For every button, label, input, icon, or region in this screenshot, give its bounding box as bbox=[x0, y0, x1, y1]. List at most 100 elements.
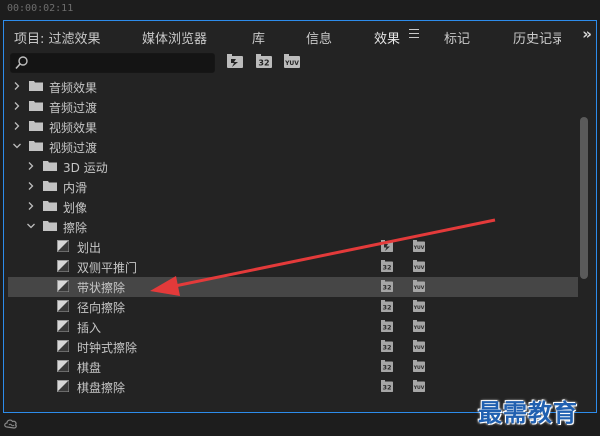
transition-icon bbox=[57, 280, 69, 292]
tab-project[interactable]: 项目: 过滤效果 bbox=[14, 28, 101, 47]
tree-effect-row[interactable]: 双侧平推门 32 YUV bbox=[8, 257, 578, 277]
tree-folder-label: 音频效果 bbox=[49, 81, 98, 95]
badge-yuv-text: YUV bbox=[413, 245, 425, 251]
yuv-badge-icon: YUV bbox=[413, 300, 425, 312]
32-bit-badge-icon: 32 bbox=[381, 380, 393, 392]
chevron-right-icon[interactable] bbox=[12, 101, 22, 111]
folder-icon bbox=[43, 161, 57, 171]
tree-folder-label: 3D 运动 bbox=[63, 161, 108, 175]
32-bit-badge-icon: 32 bbox=[381, 280, 393, 292]
scrollbar-thumb[interactable] bbox=[580, 117, 588, 279]
badge-yuv-text: YUV bbox=[413, 285, 425, 291]
32-bit-color-icon[interactable]: 32 bbox=[255, 54, 273, 69]
tree-effect-row[interactable]: 插入 32 YUV bbox=[8, 317, 578, 337]
32-bit-badge-icon: 32 bbox=[381, 260, 393, 272]
folder-icon bbox=[29, 101, 43, 111]
panel-tab-bar: 项目: 过滤效果 媒体浏览器 库 信息 效果 标记 历史记录 » bbox=[4, 21, 596, 49]
tree-folder-label: 内滑 bbox=[63, 181, 88, 195]
tree-folder-row[interactable]: 内滑 bbox=[8, 177, 578, 197]
chevron-right-icon[interactable] bbox=[12, 81, 22, 91]
yuv-badge-icon: YUV bbox=[413, 260, 425, 272]
chevron-down-icon[interactable] bbox=[26, 221, 36, 231]
transition-icon bbox=[57, 300, 69, 312]
chevron-right-icon[interactable] bbox=[12, 121, 22, 131]
tree-effect-label: 棋盘擦除 bbox=[77, 381, 126, 395]
tree-effect-label: 时钟式擦除 bbox=[77, 341, 138, 355]
badge-32-text: 32 bbox=[382, 324, 391, 332]
folder-icon bbox=[43, 201, 57, 211]
badge-32-text: 32 bbox=[382, 364, 391, 372]
badge-yuv-text: YUV bbox=[413, 345, 425, 351]
tab-info[interactable]: 信息 bbox=[306, 28, 332, 47]
tree-folder-row[interactable]: 音频效果 bbox=[8, 77, 578, 97]
tree-folder-label: 视频效果 bbox=[49, 121, 98, 135]
tab-history[interactable]: 历史记录 bbox=[513, 28, 561, 47]
creative-cloud-icon[interactable] bbox=[4, 417, 18, 431]
tree-folder-row[interactable]: 视频过渡 bbox=[8, 137, 578, 157]
badge-32-text: 32 bbox=[382, 344, 391, 352]
tree-effect-row[interactable]: 带状擦除 32 YUV bbox=[8, 277, 578, 297]
badge-32-text: 32 bbox=[382, 264, 391, 272]
yuv-effects-icon[interactable]: YUV bbox=[283, 54, 301, 69]
transition-icon bbox=[57, 340, 69, 352]
tab-libraries[interactable]: 库 bbox=[252, 28, 265, 47]
tab-menu-icon[interactable] bbox=[409, 29, 419, 39]
badge-32-text: 32 bbox=[382, 284, 391, 292]
tree-effect-row[interactable]: 径向擦除 32 YUV bbox=[8, 297, 578, 317]
32-bit-badge-icon: 32 bbox=[381, 340, 393, 352]
chevron-right-icon[interactable] bbox=[26, 161, 36, 171]
badge-yuv-text: YUV bbox=[413, 325, 425, 331]
tree-folder-label: 划像 bbox=[63, 201, 88, 215]
tree-effect-label: 双侧平推门 bbox=[77, 261, 138, 275]
filter-yuv-text: YUV bbox=[284, 60, 299, 67]
tree-effect-row[interactable]: 棋盘 32 YUV bbox=[8, 357, 578, 377]
tree-folder-row[interactable]: 视频效果 bbox=[8, 117, 578, 137]
tree-effect-label: 划出 bbox=[77, 241, 102, 255]
chevron-right-icon[interactable] bbox=[26, 181, 36, 191]
yuv-badge-icon: YUV bbox=[413, 280, 425, 292]
filter-32-text: 32 bbox=[258, 59, 269, 68]
badge-32-text: 32 bbox=[382, 304, 391, 312]
tab-media-browser[interactable]: 媒体浏览器 bbox=[142, 28, 207, 47]
tree-effect-row[interactable]: 时钟式擦除 32 YUV bbox=[8, 337, 578, 357]
yuv-badge-icon: YUV bbox=[413, 380, 425, 392]
tab-markers[interactable]: 标记 bbox=[444, 28, 470, 47]
transition-icon bbox=[57, 320, 69, 332]
32-bit-badge-icon: 32 bbox=[381, 320, 393, 332]
tree-folder-row[interactable]: 划像 bbox=[8, 197, 578, 217]
yuv-badge-icon: YUV bbox=[413, 340, 425, 352]
32-bit-badge-icon: 32 bbox=[381, 300, 393, 312]
badge-yuv-text: YUV bbox=[413, 385, 425, 391]
tree-effect-label: 棋盘 bbox=[77, 361, 102, 375]
chevron-right-icon[interactable] bbox=[26, 201, 36, 211]
tree-folder-row[interactable]: 音频过渡 bbox=[8, 97, 578, 117]
badge-yuv-text: YUV bbox=[413, 365, 425, 371]
accelerated-badge-icon bbox=[381, 240, 393, 252]
32-bit-badge-icon: 32 bbox=[381, 360, 393, 372]
tree-effect-label: 带状擦除 bbox=[77, 281, 126, 295]
badge-yuv-text: YUV bbox=[413, 265, 425, 271]
watermark-logo: 最需教育 bbox=[478, 398, 578, 427]
folder-icon bbox=[29, 121, 43, 131]
yuv-badge-icon: YUV bbox=[413, 360, 425, 372]
tree-effect-row[interactable]: 划出 YUV bbox=[8, 237, 578, 257]
yuv-badge-icon: YUV bbox=[413, 320, 425, 332]
transition-icon bbox=[57, 380, 69, 392]
tree-folder-label: 擦除 bbox=[63, 221, 88, 235]
folder-icon bbox=[43, 181, 57, 191]
transition-icon bbox=[57, 360, 69, 372]
badge-yuv-text: YUV bbox=[413, 305, 425, 311]
timecode-display: 00:00:02:11 bbox=[7, 3, 74, 14]
folder-icon bbox=[29, 81, 43, 91]
chevron-down-icon[interactable] bbox=[12, 141, 22, 151]
transition-icon bbox=[57, 240, 69, 252]
tree-folder-label: 视频过渡 bbox=[49, 141, 98, 155]
tab-effects[interactable]: 效果 bbox=[374, 28, 400, 47]
tree-folder-row[interactable]: 擦除 bbox=[8, 217, 578, 237]
transition-icon bbox=[57, 260, 69, 272]
scrollbar[interactable] bbox=[579, 97, 589, 409]
search-input[interactable] bbox=[31, 55, 211, 71]
accelerated-effects-icon[interactable] bbox=[226, 54, 244, 69]
more-tabs-icon[interactable]: » bbox=[582, 25, 592, 43]
tree-folder-row[interactable]: 3D 运动 bbox=[8, 157, 578, 177]
